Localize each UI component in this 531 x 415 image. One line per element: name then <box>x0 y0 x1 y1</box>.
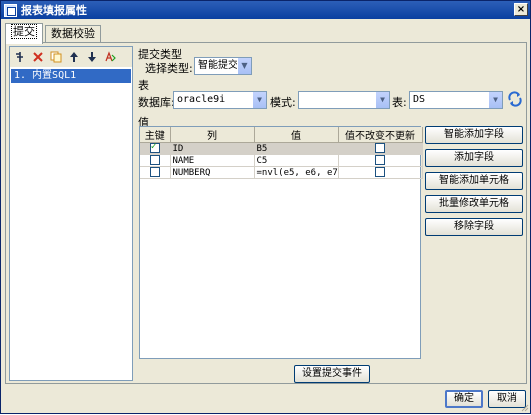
key-checkbox[interactable] <box>149 167 160 178</box>
copy-icon[interactable] <box>50 51 62 63</box>
value-cell[interactable]: =nvl(e5, e6, e7, e8) <box>254 166 339 179</box>
column-cell[interactable]: ID <box>170 142 255 155</box>
submit-type-value: 智能提交 <box>198 60 238 71</box>
tab-submit[interactable]: 提交 <box>5 23 43 44</box>
submit-type-select[interactable]: 智能提交 ▼ <box>194 57 252 75</box>
database-value: oracle9i <box>177 94 226 105</box>
smart-add-field-button[interactable]: 智能添加字段 <box>425 126 523 144</box>
chevron-down-icon: ▼ <box>237 58 251 74</box>
tab-strip: 提交 数据校验 <box>5 23 103 44</box>
col-header-column[interactable]: 列 <box>170 127 255 143</box>
table-label: 表: <box>392 96 407 109</box>
db-label: 数据库: <box>138 96 175 109</box>
database-select[interactable]: oracle9i ▼ <box>173 91 267 109</box>
dialog-window: 报表填报属性 × 提交 数据校验 1. 内置SQL1 提交类型 选择类型: 智能… <box>0 0 531 414</box>
col-header-key[interactable]: 主键 <box>140 127 171 143</box>
table-row[interactable]: ID B5 <box>140 142 423 155</box>
table-group-label: 表 <box>138 79 149 92</box>
ok-button[interactable]: 确定 <box>445 390 483 408</box>
add-field-button[interactable]: 添加字段 <box>425 149 523 167</box>
chevron-down-icon: ▼ <box>488 92 502 108</box>
no-update-checkbox-cell[interactable] <box>338 142 423 155</box>
no-update-checkbox[interactable] <box>375 155 385 166</box>
tab-content: 1. 内置SQL1 提交类型 选择类型: 智能提交 ▼ 表 数据库: oracl… <box>5 42 527 384</box>
col-header-value[interactable]: 值 <box>254 127 339 143</box>
chevron-down-icon: ▼ <box>375 92 389 108</box>
refresh-icon[interactable] <box>507 91 523 107</box>
column-cell[interactable]: NAME <box>170 154 255 167</box>
resize-grip-icon[interactable] <box>519 402 529 412</box>
remove-field-button[interactable]: 移除字段 <box>425 218 523 236</box>
sort-icon[interactable] <box>104 51 116 63</box>
tab-submit-label: 提交 <box>11 24 37 39</box>
table-value: DS <box>413 94 426 105</box>
left-toolbar <box>10 47 132 67</box>
value-table-panel: 主键 列 值 值不改变不更新 ID B5 <box>139 126 423 359</box>
title-bar[interactable]: 报表填报属性 × <box>1 1 530 19</box>
value-cell[interactable]: C5 <box>254 154 339 167</box>
key-checkbox[interactable] <box>149 155 160 166</box>
close-button[interactable]: × <box>514 3 528 16</box>
value-cell[interactable]: B5 <box>254 142 339 155</box>
window-title: 报表填报属性 <box>21 4 87 17</box>
move-down-icon[interactable] <box>86 51 98 63</box>
tab-validation[interactable]: 数据校验 <box>45 25 101 43</box>
delete-icon[interactable] <box>32 51 44 63</box>
table-header-row: 主键 列 值 值不改变不更新 <box>140 127 423 143</box>
key-checkbox-cell[interactable] <box>140 166 171 179</box>
add-icon[interactable] <box>14 51 26 63</box>
key-checkbox-cell[interactable] <box>140 142 171 155</box>
no-update-checkbox-cell[interactable] <box>338 154 423 167</box>
set-submit-event-button[interactable]: 设置提交事件 <box>294 365 370 383</box>
no-update-checkbox[interactable] <box>375 143 385 154</box>
col-header-no-update[interactable]: 值不改变不更新 <box>338 127 423 143</box>
smart-add-cell-button[interactable]: 智能添加单元格 <box>425 172 523 190</box>
chevron-down-icon: ▼ <box>252 92 266 108</box>
app-icon <box>4 3 17 17</box>
table-row[interactable]: NAME C5 <box>140 154 423 167</box>
sql-list-item[interactable]: 1. 内置SQL1 <box>11 69 131 83</box>
column-cell[interactable]: NUMBERQ <box>170 166 255 179</box>
schema-select[interactable]: ▼ <box>298 91 390 109</box>
table-row[interactable]: NUMBERQ =nvl(e5, e6, e7, e8) <box>140 166 423 179</box>
sql-list: 1. 内置SQL1 <box>11 69 131 379</box>
value-table: 主键 列 值 值不改变不更新 ID B5 <box>140 127 423 179</box>
key-checkbox[interactable] <box>149 143 160 154</box>
no-update-checkbox[interactable] <box>375 167 385 178</box>
schema-label: 模式: <box>270 96 296 109</box>
key-checkbox-cell[interactable] <box>140 154 171 167</box>
right-panel: 提交类型 选择类型: 智能提交 ▼ 表 数据库: oracle9i ▼ 模式: … <box>136 45 524 383</box>
table-select[interactable]: DS ▼ <box>409 91 503 109</box>
batch-modify-cell-button[interactable]: 批量修改单元格 <box>425 195 523 213</box>
move-up-icon[interactable] <box>68 51 80 63</box>
sql-list-panel: 1. 内置SQL1 <box>9 46 133 381</box>
submit-type-field-label: 选择类型: <box>145 62 193 75</box>
no-update-checkbox-cell[interactable] <box>338 166 423 179</box>
